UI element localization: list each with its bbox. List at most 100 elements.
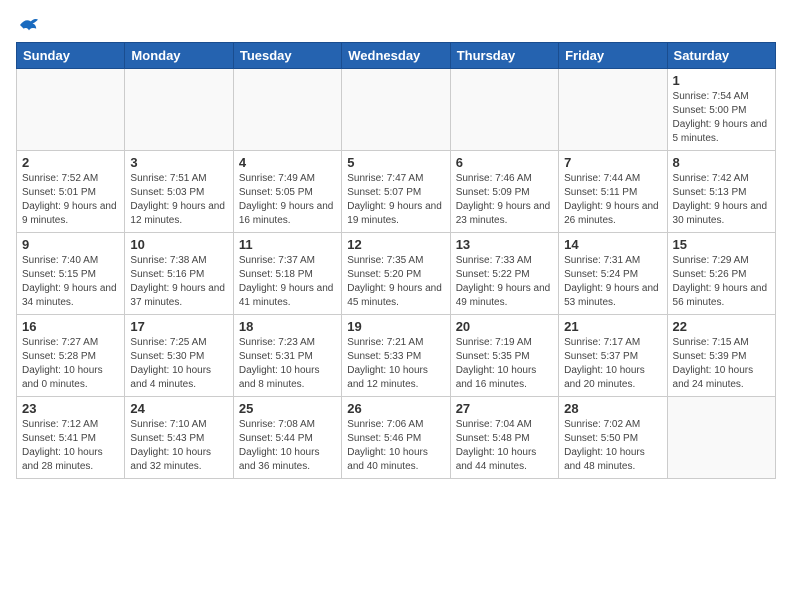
day-number: 25 bbox=[239, 401, 336, 416]
calendar-cell bbox=[450, 69, 558, 151]
day-info: Sunrise: 7:04 AM Sunset: 5:48 PM Dayligh… bbox=[456, 418, 553, 474]
day-info: Sunrise: 7:29 AM Sunset: 5:26 PM Dayligh… bbox=[673, 254, 770, 310]
day-number: 27 bbox=[456, 401, 553, 416]
day-number: 1 bbox=[673, 73, 770, 88]
calendar-cell bbox=[125, 69, 233, 151]
calendar-cell: 27 Sunrise: 7:04 AM Sunset: 5:48 PM Dayli… bbox=[450, 397, 558, 479]
col-header-wednesday: Wednesday bbox=[342, 43, 450, 69]
day-info: Sunrise: 7:23 AM Sunset: 5:31 PM Dayligh… bbox=[239, 336, 336, 392]
calendar-cell: 8 Sunrise: 7:42 AM Sunset: 5:13 PM Daylig… bbox=[667, 151, 775, 233]
calendar-cell: 1Sunrise: 7:54 AM Sunset: 5:00 PM Daylig… bbox=[667, 69, 775, 151]
calendar-cell: 2 Sunrise: 7:52 AM Sunset: 5:01 PM Daylig… bbox=[17, 151, 125, 233]
day-number: 18 bbox=[239, 319, 336, 334]
calendar-cell: 10 Sunrise: 7:38 AM Sunset: 5:16 PM Dayli… bbox=[125, 233, 233, 315]
page-header bbox=[16, 16, 776, 34]
day-number: 23 bbox=[22, 401, 119, 416]
day-info: Sunrise: 7:38 AM Sunset: 5:16 PM Dayligh… bbox=[130, 254, 227, 310]
day-info: Sunrise: 7:21 AM Sunset: 5:33 PM Dayligh… bbox=[347, 336, 444, 392]
day-info: Sunrise: 7:44 AM Sunset: 5:11 PM Dayligh… bbox=[564, 172, 661, 228]
col-header-sunday: Sunday bbox=[17, 43, 125, 69]
day-info: Sunrise: 7:27 AM Sunset: 5:28 PM Dayligh… bbox=[22, 336, 119, 392]
day-info: Sunrise: 7:40 AM Sunset: 5:15 PM Dayligh… bbox=[22, 254, 119, 310]
calendar-cell: 15 Sunrise: 7:29 AM Sunset: 5:26 PM Dayli… bbox=[667, 233, 775, 315]
day-number: 3 bbox=[130, 155, 227, 170]
day-info: Sunrise: 7:15 AM Sunset: 5:39 PM Dayligh… bbox=[673, 336, 770, 392]
day-info: Sunrise: 7:02 AM Sunset: 5:50 PM Dayligh… bbox=[564, 418, 661, 474]
week-row-3: 16 Sunrise: 7:27 AM Sunset: 5:28 PM Dayli… bbox=[17, 315, 776, 397]
calendar-cell: 25 Sunrise: 7:08 AM Sunset: 5:44 PM Dayli… bbox=[233, 397, 341, 479]
calendar-cell: 6Sunrise: 7:46 AM Sunset: 5:09 PM Daylig… bbox=[450, 151, 558, 233]
day-number: 21 bbox=[564, 319, 661, 334]
day-number: 22 bbox=[673, 319, 770, 334]
logo-bird-icon bbox=[18, 16, 40, 34]
day-number: 17 bbox=[130, 319, 227, 334]
day-info: Sunrise: 7:52 AM Sunset: 5:01 PM Dayligh… bbox=[22, 172, 119, 228]
day-info: Sunrise: 7:06 AM Sunset: 5:46 PM Dayligh… bbox=[347, 418, 444, 474]
day-info: Sunrise: 7:08 AM Sunset: 5:44 PM Dayligh… bbox=[239, 418, 336, 474]
day-number: 19 bbox=[347, 319, 444, 334]
week-row-1: 2 Sunrise: 7:52 AM Sunset: 5:01 PM Daylig… bbox=[17, 151, 776, 233]
day-number: 26 bbox=[347, 401, 444, 416]
day-number: 15 bbox=[673, 237, 770, 252]
calendar-cell: 17Sunrise: 7:25 AM Sunset: 5:30 PM Dayli… bbox=[125, 315, 233, 397]
calendar-cell bbox=[559, 69, 667, 151]
day-number: 16 bbox=[22, 319, 119, 334]
calendar-cell: 28 Sunrise: 7:02 AM Sunset: 5:50 PM Dayli… bbox=[559, 397, 667, 479]
logo bbox=[16, 16, 40, 34]
calendar-cell: 7 Sunrise: 7:44 AM Sunset: 5:11 PM Daylig… bbox=[559, 151, 667, 233]
calendar-cell: 11 Sunrise: 7:37 AM Sunset: 5:18 PM Dayli… bbox=[233, 233, 341, 315]
col-header-monday: Monday bbox=[125, 43, 233, 69]
day-number: 7 bbox=[564, 155, 661, 170]
calendar-cell bbox=[342, 69, 450, 151]
calendar-cell: 19 Sunrise: 7:21 AM Sunset: 5:33 PM Dayli… bbox=[342, 315, 450, 397]
day-info: Sunrise: 7:31 AM Sunset: 5:24 PM Dayligh… bbox=[564, 254, 661, 310]
calendar-cell: 26 Sunrise: 7:06 AM Sunset: 5:46 PM Dayli… bbox=[342, 397, 450, 479]
calendar-cell: 3 Sunrise: 7:51 AM Sunset: 5:03 PM Daylig… bbox=[125, 151, 233, 233]
day-info: Sunrise: 7:19 AM Sunset: 5:35 PM Dayligh… bbox=[456, 336, 553, 392]
day-number: 20 bbox=[456, 319, 553, 334]
day-number: 4 bbox=[239, 155, 336, 170]
day-number: 9 bbox=[22, 237, 119, 252]
day-number: 10 bbox=[130, 237, 227, 252]
calendar-header-row: SundayMondayTuesdayWednesdayThursdayFrid… bbox=[17, 43, 776, 69]
calendar-cell bbox=[17, 69, 125, 151]
calendar-cell bbox=[233, 69, 341, 151]
col-header-tuesday: Tuesday bbox=[233, 43, 341, 69]
calendar-cell bbox=[667, 397, 775, 479]
calendar-table: SundayMondayTuesdayWednesdayThursdayFrid… bbox=[16, 42, 776, 479]
day-number: 14 bbox=[564, 237, 661, 252]
calendar-cell: 21 Sunrise: 7:17 AM Sunset: 5:37 PM Dayli… bbox=[559, 315, 667, 397]
calendar-cell: 12 Sunrise: 7:35 AM Sunset: 5:20 PM Dayli… bbox=[342, 233, 450, 315]
week-row-4: 23 Sunrise: 7:12 AM Sunset: 5:41 PM Dayli… bbox=[17, 397, 776, 479]
day-number: 6 bbox=[456, 155, 553, 170]
day-number: 8 bbox=[673, 155, 770, 170]
day-info: Sunrise: 7:51 AM Sunset: 5:03 PM Dayligh… bbox=[130, 172, 227, 228]
day-info: Sunrise: 7:12 AM Sunset: 5:41 PM Dayligh… bbox=[22, 418, 119, 474]
day-number: 24 bbox=[130, 401, 227, 416]
col-header-friday: Friday bbox=[559, 43, 667, 69]
calendar-cell: 23 Sunrise: 7:12 AM Sunset: 5:41 PM Dayli… bbox=[17, 397, 125, 479]
day-number: 2 bbox=[22, 155, 119, 170]
week-row-2: 9 Sunrise: 7:40 AM Sunset: 5:15 PM Daylig… bbox=[17, 233, 776, 315]
day-info: Sunrise: 7:17 AM Sunset: 5:37 PM Dayligh… bbox=[564, 336, 661, 392]
calendar-cell: 16 Sunrise: 7:27 AM Sunset: 5:28 PM Dayli… bbox=[17, 315, 125, 397]
day-info: Sunrise: 7:47 AM Sunset: 5:07 PM Dayligh… bbox=[347, 172, 444, 228]
calendar-cell: 13 Sunrise: 7:33 AM Sunset: 5:22 PM Dayli… bbox=[450, 233, 558, 315]
calendar-cell: 4 Sunrise: 7:49 AM Sunset: 5:05 PM Daylig… bbox=[233, 151, 341, 233]
day-number: 28 bbox=[564, 401, 661, 416]
day-info: Sunrise: 7:37 AM Sunset: 5:18 PM Dayligh… bbox=[239, 254, 336, 310]
day-info: Sunrise: 7:33 AM Sunset: 5:22 PM Dayligh… bbox=[456, 254, 553, 310]
day-info: Sunrise: 7:42 AM Sunset: 5:13 PM Dayligh… bbox=[673, 172, 770, 228]
day-number: 12 bbox=[347, 237, 444, 252]
day-info: Sunrise: 7:10 AM Sunset: 5:43 PM Dayligh… bbox=[130, 418, 227, 474]
day-number: 13 bbox=[456, 237, 553, 252]
day-number: 5 bbox=[347, 155, 444, 170]
calendar-cell: 22 Sunrise: 7:15 AM Sunset: 5:39 PM Dayli… bbox=[667, 315, 775, 397]
day-number: 11 bbox=[239, 237, 336, 252]
col-header-thursday: Thursday bbox=[450, 43, 558, 69]
day-info: Sunrise: 7:49 AM Sunset: 5:05 PM Dayligh… bbox=[239, 172, 336, 228]
calendar-cell: 24 Sunrise: 7:10 AM Sunset: 5:43 PM Dayli… bbox=[125, 397, 233, 479]
calendar-cell: 20 Sunrise: 7:19 AM Sunset: 5:35 PM Dayli… bbox=[450, 315, 558, 397]
day-info: Sunrise: 7:35 AM Sunset: 5:20 PM Dayligh… bbox=[347, 254, 444, 310]
col-header-saturday: Saturday bbox=[667, 43, 775, 69]
